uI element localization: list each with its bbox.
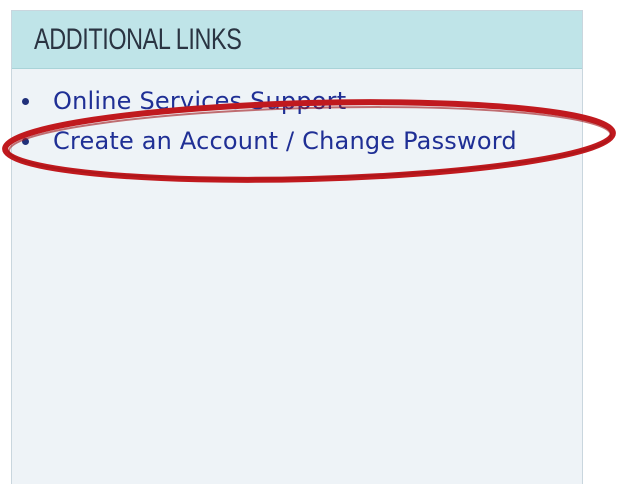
links-list: Online Services Support Create an Accoun… xyxy=(12,81,582,161)
panel-title: ADDITIONAL LINKS xyxy=(34,22,242,56)
additional-links-panel: ADDITIONAL LINKS Online Services Support… xyxy=(11,10,583,484)
list-item-create-account: Create an Account / Change Password xyxy=(12,121,582,161)
create-account-change-password-link[interactable]: Create an Account / Change Password xyxy=(53,127,517,155)
panel-header: ADDITIONAL LINKS xyxy=(12,11,582,69)
bullet-icon xyxy=(22,98,29,105)
online-services-support-link[interactable]: Online Services Support xyxy=(53,87,346,115)
list-item-online-services-support: Online Services Support xyxy=(12,81,582,121)
bullet-icon xyxy=(22,138,29,145)
